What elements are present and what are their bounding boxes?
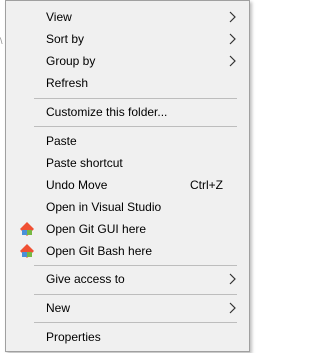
git-gui-icon (20, 222, 34, 236)
menu-item-refresh[interactable]: Refresh (6, 72, 249, 94)
chevron-right-icon (229, 55, 236, 67)
menu-item-view-label: View (46, 10, 72, 24)
menu-item-customize-folder-label: Customize this folder... (46, 105, 168, 119)
menu-item-open-git-bash-label: Open Git Bash here (46, 244, 153, 258)
menu-item-refresh-label: Refresh (46, 76, 89, 90)
menu-item-paste-label: Paste (46, 134, 77, 148)
menu-item-undo-move-label: Undo Move (46, 178, 108, 192)
git-bash-icon (20, 244, 34, 258)
chevron-right-icon (229, 11, 236, 23)
menu-item-properties-label: Properties (46, 330, 101, 344)
menu-item-give-access[interactable]: Give access to (6, 268, 249, 290)
menu-item-group-by[interactable]: Group by (6, 50, 249, 72)
menu-separator (34, 294, 237, 295)
menu-separator (34, 265, 237, 266)
menu-item-undo-move-shortcut: Ctrl+Z (190, 178, 223, 192)
menu-item-paste-shortcut-label: Paste shortcut (46, 156, 123, 170)
context-menu: View Sort by Group by Refresh Customize … (5, 0, 250, 352)
menu-item-paste-shortcut[interactable]: Paste shortcut (6, 152, 249, 174)
menu-item-group-by-label: Group by (46, 54, 96, 68)
menu-item-give-access-label: Give access to (46, 272, 125, 286)
menu-item-open-visual-studio-label: Open in Visual Studio (46, 200, 162, 214)
menu-item-open-git-gui-label: Open Git GUI here (46, 222, 147, 236)
menu-item-paste[interactable]: Paste (6, 130, 249, 152)
menu-item-new-label: New (46, 301, 71, 315)
menu-item-open-git-bash[interactable]: Open Git Bash here (6, 240, 249, 262)
menu-item-customize-folder[interactable]: Customize this folder... (6, 101, 249, 123)
menu-separator (34, 322, 237, 323)
menu-item-sort-by[interactable]: Sort by (6, 28, 249, 50)
menu-item-sort-by-label: Sort by (46, 32, 85, 46)
chevron-right-icon (229, 302, 236, 314)
menu-separator (34, 126, 237, 127)
menu-item-undo-move[interactable]: Undo Move Ctrl+Z (6, 174, 249, 196)
chevron-right-icon (229, 33, 236, 45)
menu-item-view[interactable]: View (6, 6, 249, 28)
menu-item-properties[interactable]: Properties (6, 326, 249, 348)
chevron-right-icon (229, 273, 236, 285)
menu-item-open-visual-studio[interactable]: Open in Visual Studio (6, 196, 249, 218)
menu-separator (34, 98, 237, 99)
menu-item-new[interactable]: New (6, 297, 249, 319)
background-text: \ (0, 36, 4, 46)
menu-item-open-git-gui[interactable]: Open Git GUI here (6, 218, 249, 240)
